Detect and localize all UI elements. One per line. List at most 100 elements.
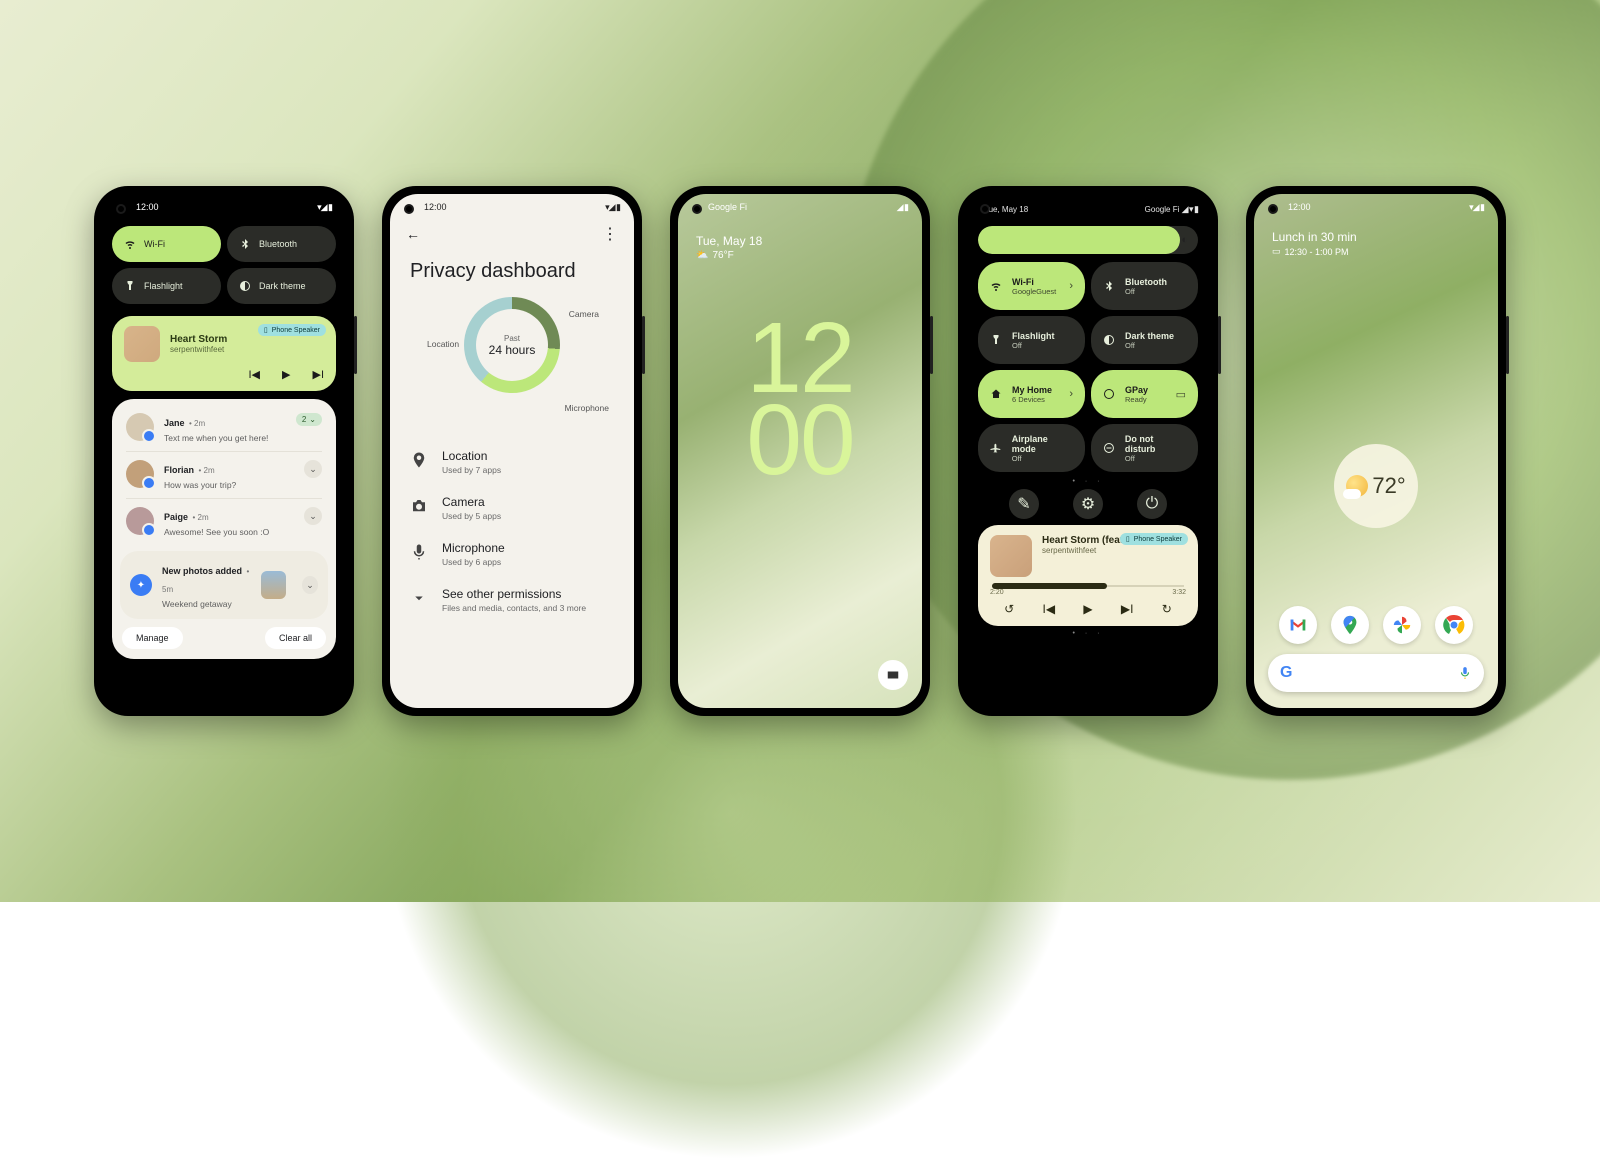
phone-privacy-dashboard: 12:00 ▾◢ ▮ ← ⋮ Privacy dashboard Past 24…	[382, 186, 642, 716]
tile-sub: Off	[1012, 341, 1055, 350]
output-chip[interactable]: ▯Phone Speaker	[258, 324, 326, 336]
location-icon	[410, 451, 428, 469]
notif-body: How was your trip?	[164, 480, 236, 490]
sender: Paige	[164, 512, 188, 522]
conversation-notification[interactable]: Paige • 2m Awesome! See you soon :O ⌄	[120, 499, 328, 545]
status-icons: ▾◢ ▮	[605, 202, 620, 213]
expand-button[interactable]: ⌄	[304, 460, 322, 478]
phone-speaker-icon: ▯	[1126, 535, 1130, 543]
notif-time: • 2m	[189, 419, 205, 428]
clear-all-button[interactable]: Clear all	[265, 627, 326, 649]
carrier-label: Google Fi	[1145, 205, 1180, 214]
lock-clock: 12 00	[678, 317, 922, 481]
forward-icon[interactable]: ↻	[1162, 602, 1172, 616]
qs-wifi[interactable]: Wi-Fi	[112, 226, 221, 262]
status-bar: 12:00 ▾◢ ▮	[390, 194, 634, 218]
tile-title: My Home	[1012, 385, 1052, 395]
perm-location[interactable]: Location Used by 7 apps	[404, 439, 620, 485]
weather-icon: ⛅	[696, 250, 708, 261]
next-icon[interactable]: ▶I	[312, 368, 324, 381]
status-bar: 12:00 ▾◢ ▮	[102, 194, 346, 218]
status-time: 12:00	[1288, 202, 1311, 212]
manage-button[interactable]: Manage	[122, 627, 183, 649]
media-player[interactable]: ▯Phone Speaker Heart Storm (feat. NAO) s…	[978, 525, 1198, 626]
mic-icon[interactable]	[1458, 666, 1472, 680]
status-icons: ◢ ▮	[897, 202, 908, 213]
qs-label: Dark theme	[259, 281, 306, 291]
rewind-icon[interactable]: ↺	[1004, 602, 1014, 616]
qs-bluetooth[interactable]: Bluetooth	[227, 226, 336, 262]
qs-dnd[interactable]: Do not disturbOff	[1091, 424, 1198, 472]
power-button[interactable]: ⏻	[1137, 489, 1167, 519]
search-bar[interactable]: G	[1268, 654, 1484, 692]
expand-button[interactable]: ⌄	[304, 507, 322, 525]
tile-title: Dark theme	[1125, 331, 1174, 341]
qs-bluetooth[interactable]: BluetoothOff	[1091, 262, 1198, 310]
home-icon	[990, 388, 1002, 400]
back-button[interactable]: ←	[406, 226, 420, 242]
prev-icon[interactable]: I◀	[249, 368, 261, 381]
conversation-notification[interactable]: Jane • 2m Text me when you get here! 2 ⌄	[120, 405, 328, 451]
phone-notification-shade: 12:00 ▾◢ ▮ Wi-Fi Bluetooth Flashlight Da…	[94, 186, 354, 716]
photo-thumb	[261, 571, 286, 599]
conversation-notification[interactable]: Florian • 2m How was your trip? ⌄	[120, 452, 328, 498]
perm-sub: Used by 7 apps	[442, 465, 501, 475]
chrome-app[interactable]	[1435, 606, 1473, 644]
qs-flashlight[interactable]: Flashlight	[112, 268, 221, 304]
album-art	[124, 326, 160, 362]
prev-icon[interactable]: I◀	[1043, 602, 1056, 616]
play-icon[interactable]: ▶	[1083, 602, 1092, 616]
qs-airplane[interactable]: Airplane modeOff	[978, 424, 1085, 472]
avatar	[126, 507, 154, 535]
track-artist: serpentwithfeet	[1042, 546, 1154, 555]
output-chip[interactable]: ▯ Phone Speaker	[1120, 533, 1188, 545]
notifications-panel: Jane • 2m Text me when you get here! 2 ⌄…	[112, 399, 336, 659]
qs-wifi[interactable]: Wi-FiGoogleGuest›	[978, 262, 1085, 310]
sender: Jane	[164, 418, 185, 428]
overflow-icon[interactable]: ⋮	[602, 224, 618, 244]
qs-dark-theme[interactable]: Dark themeOff	[1091, 316, 1198, 364]
time-elapsed: 2:20	[990, 589, 1004, 596]
brightness-icon: ◐	[1181, 234, 1188, 246]
play-icon[interactable]: ▶	[282, 368, 290, 381]
qs-dark-theme[interactable]: Dark theme	[227, 268, 336, 304]
qs-home[interactable]: My Home6 Devices›	[978, 370, 1085, 418]
perm-other[interactable]: See other permissionsFiles and media, co…	[404, 577, 620, 623]
tile-title: Airplane mode	[1012, 434, 1073, 454]
wifi-icon	[124, 238, 136, 250]
photos-app[interactable]	[1383, 606, 1421, 644]
status-bar: 12:00 ▾◢ ▮	[1254, 194, 1498, 218]
photos-notification[interactable]: ✦ New photos added • 5m Weekend getaway …	[120, 551, 328, 619]
count-badge[interactable]: 2 ⌄	[296, 413, 322, 426]
output-label: Phone Speaker	[1134, 536, 1182, 543]
qs-flashlight[interactable]: FlashlightOff	[978, 316, 1085, 364]
tile-sub: Off	[1125, 287, 1167, 296]
phone-lock-screen: Google Fi ◢ ▮ Tue, May 18 ⛅ 76°F 12 00	[670, 186, 930, 716]
wallet-button[interactable]	[878, 660, 908, 690]
status-time: 12:00	[136, 202, 159, 212]
perm-title: Location	[442, 449, 501, 463]
next-icon[interactable]: ▶I	[1121, 602, 1134, 616]
weather-widget[interactable]: 72°	[1334, 444, 1418, 528]
expand-button[interactable]: ⌄	[302, 576, 318, 594]
page-title: Privacy dashboard	[410, 260, 614, 283]
at-a-glance[interactable]: Lunch in 30 min ▭12:30 - 1:00 PM	[1272, 230, 1480, 257]
maps-app[interactable]	[1331, 606, 1369, 644]
brightness-slider[interactable]: ◐	[978, 226, 1198, 254]
media-card[interactable]: ▯Phone Speaker Heart Storm serpentwithfe…	[112, 316, 336, 391]
wifi-icon	[990, 280, 1002, 292]
bluetooth-icon	[1103, 280, 1115, 292]
phone-speaker-icon: ▯	[264, 326, 268, 334]
gmail-app[interactable]	[1279, 606, 1317, 644]
perm-camera[interactable]: CameraUsed by 5 apps	[404, 485, 620, 531]
seek-bar[interactable]	[992, 585, 1184, 587]
status-icons: ◢ ▾ ▮	[1182, 204, 1198, 214]
calendar-icon: ▭	[1272, 246, 1281, 257]
settings-button[interactable]: ⚙	[1073, 489, 1103, 519]
perm-microphone[interactable]: MicrophoneUsed by 6 apps	[404, 531, 620, 577]
perm-sub: Used by 6 apps	[442, 557, 505, 567]
media-page-indicator: • · ·	[966, 630, 1210, 637]
qs-gpay[interactable]: GPayReady▭	[1091, 370, 1198, 418]
edit-button[interactable]: ✎	[1009, 489, 1039, 519]
glance-sub: 12:30 - 1:00 PM	[1285, 247, 1349, 257]
